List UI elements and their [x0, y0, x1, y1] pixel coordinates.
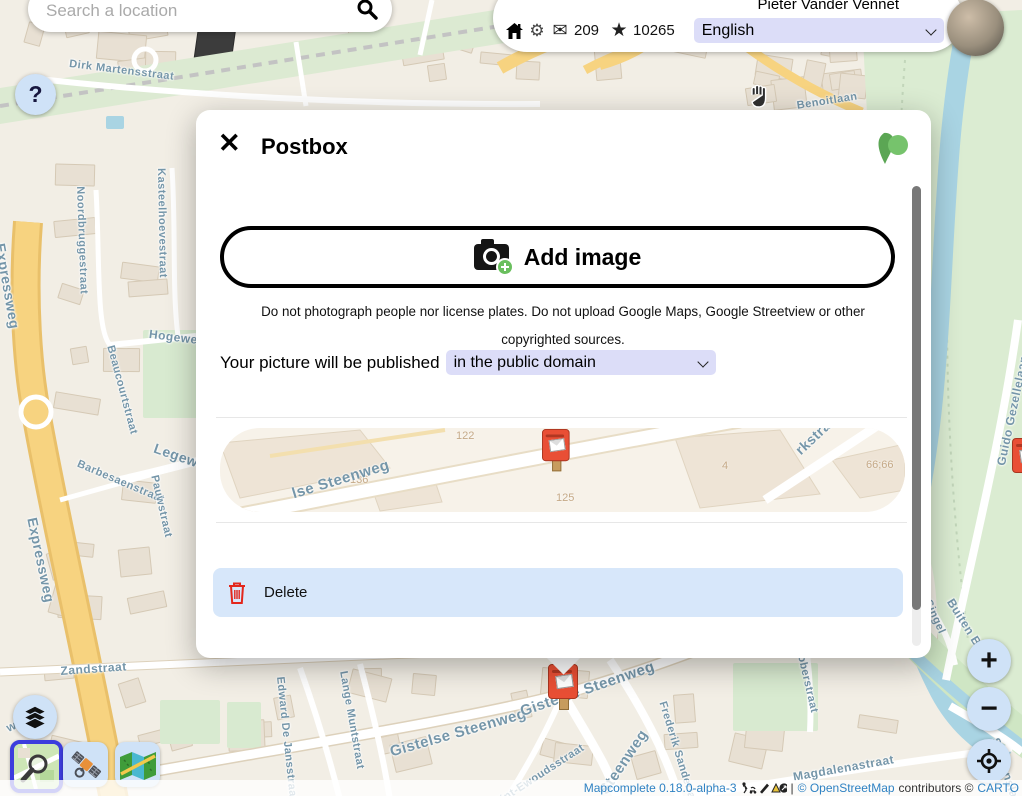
divider — [216, 417, 907, 418]
satellite-icon — [69, 748, 103, 782]
osm-link[interactable]: © OpenStreetMap — [798, 781, 895, 795]
user-avatar[interactable] — [947, 0, 1004, 56]
modal-scrollbar-thumb[interactable] — [912, 186, 921, 610]
mapcomplete-version-link[interactable]: Mapcomplete 0.18.0-alpha-3 — [584, 781, 737, 795]
folded-map-icon — [119, 750, 157, 780]
zoom-in-label: + — [980, 644, 998, 678]
trash-icon — [227, 581, 247, 605]
layers-button[interactable] — [13, 695, 57, 739]
delete-button[interactable]: Delete — [213, 568, 903, 617]
user-menu-bar: Pieter Vander Vennet ⚙ ✉ 209 ★ 10265 Eng… — [493, 0, 963, 52]
carto-link[interactable]: CARTO — [977, 781, 1019, 795]
message-count[interactable]: 209 — [574, 22, 599, 39]
mapcomplete-app: Dirk MartensstraatNoordbruggestraatKaste… — [0, 0, 1022, 796]
search-input[interactable] — [44, 0, 348, 22]
star-icon: ★ — [610, 22, 628, 40]
camera-plus-icon — [474, 244, 509, 270]
zoom-out-label: − — [980, 692, 998, 726]
license-prefix: Your picture will be published — [220, 353, 440, 373]
feature-popup: ✕ Postbox Add image Do not photograph pe… — [196, 110, 931, 658]
popup-title: Postbox — [261, 134, 348, 160]
search-bar — [28, 0, 392, 32]
layers-icon — [22, 704, 48, 730]
star-count[interactable]: 10265 — [633, 22, 675, 39]
settings-gear-icon[interactable]: ⚙ — [528, 22, 546, 40]
postbox-marker-edge[interactable] — [1012, 438, 1022, 484]
attribution-icons — [741, 782, 787, 794]
geolocate-button[interactable] — [967, 739, 1011, 783]
messages-envelope-icon[interactable]: ✉ — [551, 22, 569, 40]
zoom-out-button[interactable]: − — [967, 687, 1011, 731]
close-icon[interactable]: ✕ — [218, 130, 241, 157]
add-image-button[interactable]: Add image — [220, 226, 895, 288]
attribution-separator: | — [791, 781, 794, 795]
delete-label: Delete — [264, 584, 307, 601]
search-icon[interactable] — [356, 0, 378, 20]
username: Pieter Vander Vennet — [758, 0, 900, 13]
mapcomplete-logo-icon — [874, 132, 910, 166]
hand-cursor-icon — [746, 82, 772, 110]
license-row: Your picture will be published in the pu… — [220, 350, 716, 375]
add-image-label: Add image — [524, 244, 642, 271]
divider — [216, 522, 907, 523]
attribution-contributors: contributors © — [899, 781, 974, 795]
image-disclaimer: Do not photograph people nor license pla… — [234, 298, 892, 354]
location-minimap[interactable]: 122136125466;66lse Steenwegrkstraat — [220, 428, 905, 512]
language-select[interactable]: English — [694, 18, 944, 43]
help-label: ? — [28, 81, 42, 108]
attribution-bar: Mapcomplete 0.18.0-alpha-3 | © OpenStree… — [0, 780, 1022, 796]
license-select[interactable]: in the public domain — [446, 350, 716, 375]
crosshair-icon — [976, 748, 1002, 774]
license-select-wrap: in the public domain — [446, 350, 716, 375]
language-select-wrap: English — [694, 18, 944, 43]
home-icon[interactable] — [505, 22, 523, 40]
minimap-postbox-marker[interactable] — [542, 429, 570, 471]
help-button[interactable]: ? — [15, 74, 56, 115]
zoom-in-button[interactable]: + — [967, 639, 1011, 683]
